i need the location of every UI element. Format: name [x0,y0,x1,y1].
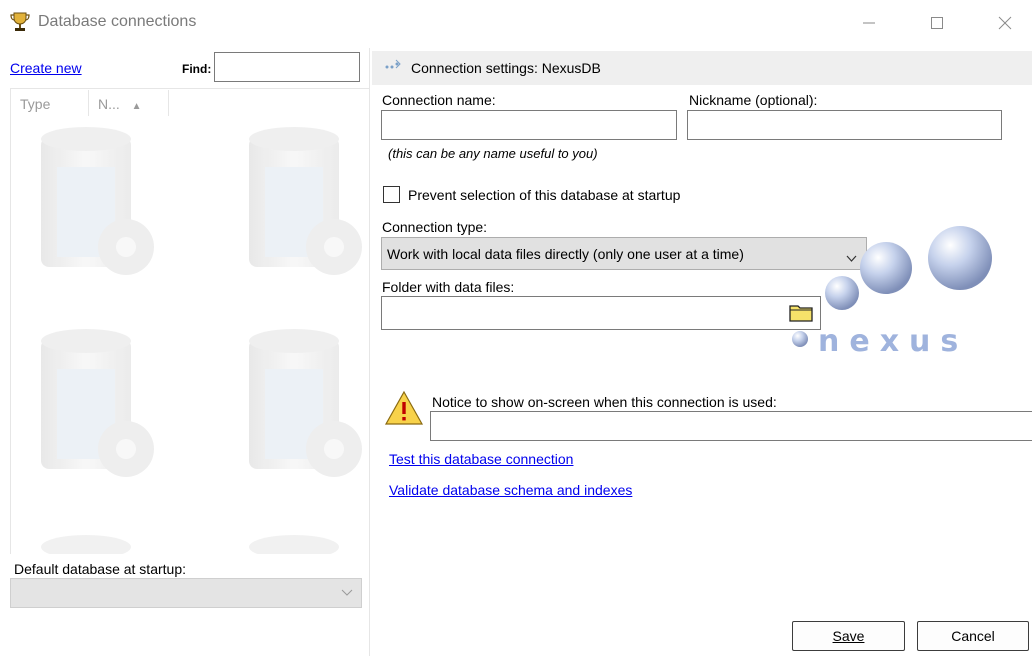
sort-ascending-icon: ▲ [131,101,142,112]
nexus-logo: nexus [790,225,1020,359]
settings-title: Connection settings: NexusDB [411,60,601,76]
default-database-label: Default database at startup: [14,561,186,577]
close-icon [998,16,1012,30]
folder-input[interactable] [381,296,821,330]
test-connection-link[interactable]: Test this database connection [389,451,573,467]
find-input[interactable] [214,52,360,82]
nickname-label: Nickname (optional): [689,92,818,108]
connection-name-input[interactable] [381,110,677,140]
connection-type-label: Connection type: [382,219,488,235]
cancel-button[interactable]: Cancel [917,621,1029,651]
nexus-logo-text: nexus [818,324,968,355]
column-separator [168,90,169,116]
save-button[interactable]: Save [792,621,905,651]
save-button-label: Save [832,628,865,644]
maximize-button[interactable] [914,0,960,46]
column-header-name[interactable]: N... ▲ [98,96,142,112]
database-watermark [41,127,362,554]
warning-icon [384,390,424,426]
window-title: Database connections [38,13,197,30]
find-label: Find: [182,62,212,76]
folder-label: Folder with data files: [382,279,515,295]
nickname-input[interactable] [687,110,1002,140]
connection-type-value: Work with local data files directly (onl… [387,246,744,262]
minimize-button[interactable] [846,0,892,46]
column-header-name-label: N... [98,96,120,112]
column-separator [88,90,89,116]
connection-name-hint: (this can be any name useful to you) [388,146,598,161]
maximize-icon [931,17,943,29]
connection-icon [384,58,402,75]
notice-input[interactable] [430,411,1032,441]
prevent-selection-checkbox[interactable] [383,186,400,203]
minimize-icon [863,22,875,24]
column-header-type[interactable]: Type [20,96,50,112]
chevron-down-icon [341,589,353,596]
create-new-link[interactable]: Create new [10,60,82,76]
trophy-icon [10,11,30,33]
connections-list[interactable] [10,88,369,554]
cancel-button-label: Cancel [951,628,995,644]
panel-divider[interactable] [369,48,370,656]
prevent-selection-label[interactable]: Prevent selection of this database at st… [408,187,680,203]
default-database-select [10,578,362,608]
notice-label: Notice to show on-screen when this conne… [432,394,777,410]
validate-schema-link[interactable]: Validate database schema and indexes [389,482,632,498]
close-button[interactable] [982,0,1028,46]
connection-name-label: Connection name: [382,92,496,108]
